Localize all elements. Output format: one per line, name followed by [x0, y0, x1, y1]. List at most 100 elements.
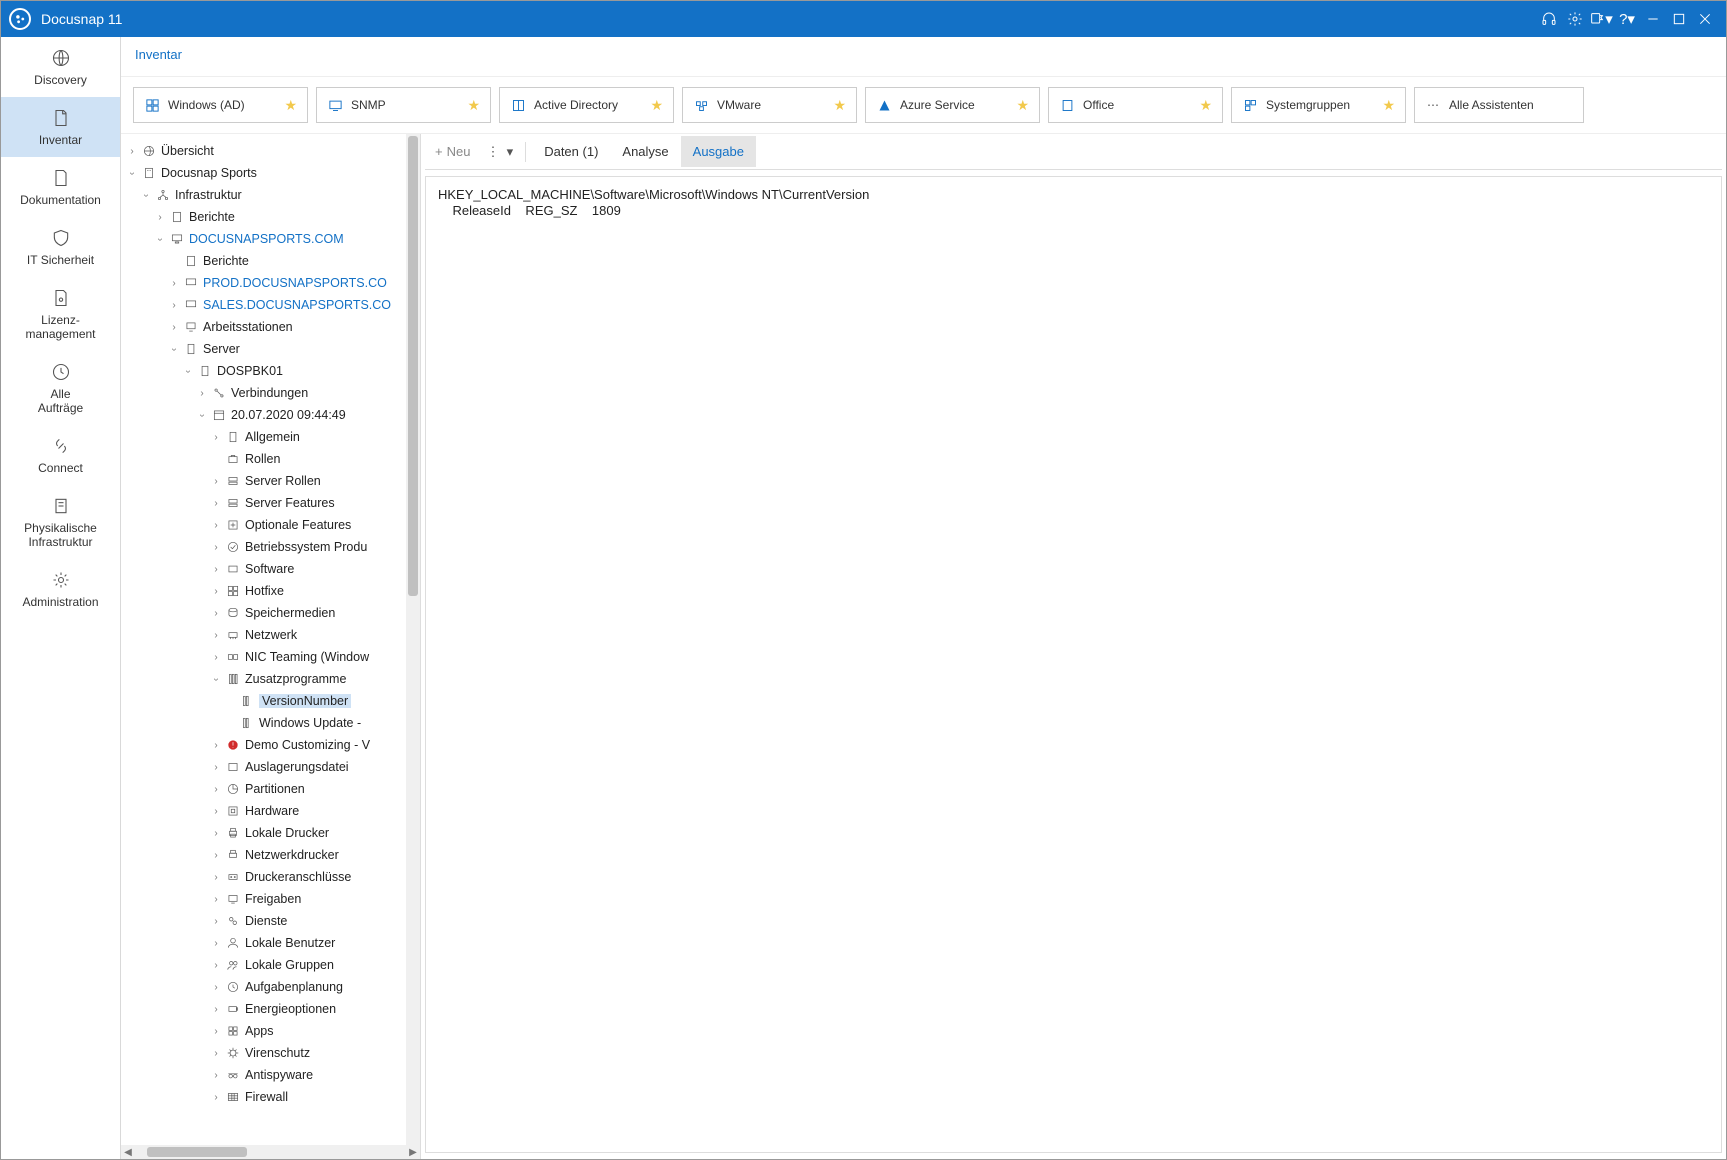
- card-label: Active Directory: [534, 98, 618, 112]
- tree-item[interactable]: ›Hardware: [211, 800, 418, 822]
- tree-item[interactable]: ›PROD.DOCUSNAPSPORTS.CO: [169, 272, 418, 294]
- tree-item[interactable]: ›DOCUSNAPSPORTS.COM: [155, 228, 418, 250]
- headset-icon[interactable]: [1536, 6, 1562, 32]
- tree-item[interactable]: ›Antispyware: [211, 1064, 418, 1086]
- card-alle-assistenten[interactable]: ⋯Alle Assistenten: [1414, 87, 1584, 123]
- tree-item[interactable]: ›Server Features: [211, 492, 418, 514]
- tree-item[interactable]: ›Server: [169, 338, 418, 360]
- tree-item[interactable]: ›Hotfixe: [211, 580, 418, 602]
- close-icon[interactable]: [1692, 6, 1718, 32]
- tree-item[interactable]: ›SALES.DOCUSNAPSPORTS.CO: [169, 294, 418, 316]
- tree-item[interactable]: ›Verbindungen: [197, 382, 418, 404]
- tree-item[interactable]: ›Betriebssystem Produ: [211, 536, 418, 558]
- tree-item[interactable]: ›Apps: [211, 1020, 418, 1042]
- tree-item[interactable]: ›Infrastruktur: [141, 184, 418, 206]
- nav-admin[interactable]: Administration: [1, 559, 120, 619]
- tree-item[interactable]: ›Server Rollen: [211, 470, 418, 492]
- card-azure[interactable]: Azure Service★: [865, 87, 1040, 123]
- nav-inventar[interactable]: Inventar: [1, 97, 120, 157]
- workstation-icon: [183, 319, 199, 335]
- tree-horizontal-scrollbar[interactable]: ◀ ▶: [121, 1145, 420, 1159]
- user-icon: [225, 935, 241, 951]
- star-icon: ★: [833, 97, 846, 114]
- nav-itsicherheit[interactable]: IT Sicherheit: [1, 217, 120, 277]
- report-icon: [183, 253, 199, 269]
- card-ad[interactable]: Active Directory★: [499, 87, 674, 123]
- tree-item[interactable]: ›20.07.2020 09:44:49: [197, 404, 418, 426]
- tree-item[interactable]: ›Dienste: [211, 910, 418, 932]
- tree-item[interactable]: ›Freigaben: [211, 888, 418, 910]
- tree-item-selected[interactable]: VersionNumber: [225, 690, 418, 712]
- script-icon: [239, 693, 255, 709]
- card-windows-ad[interactable]: Windows (AD)★: [133, 87, 308, 123]
- tree-item[interactable]: ›Speichermedien: [211, 602, 418, 624]
- tree-item[interactable]: ›DOSPBK01: [183, 360, 418, 382]
- tree-item[interactable]: ›NIC Teaming (Window: [211, 646, 418, 668]
- tree-item[interactable]: ›Übersicht: [127, 140, 418, 162]
- tree-item[interactable]: ›Firewall: [211, 1086, 418, 1108]
- tree-item[interactable]: ›Netzwerk: [211, 624, 418, 646]
- tree-item[interactable]: Rollen: [211, 448, 418, 470]
- tree-item[interactable]: Berichte: [169, 250, 418, 272]
- help-icon[interactable]: ?▾: [1614, 6, 1640, 32]
- toolbox-icon[interactable]: ▾: [1588, 6, 1614, 32]
- nav-label: Inventar: [39, 133, 82, 147]
- nav-lizenz[interactable]: Lizenz- management: [1, 277, 120, 351]
- breadcrumb: Inventar: [121, 37, 1726, 77]
- tree-item[interactable]: ›Partitionen: [211, 778, 418, 800]
- tree-item[interactable]: ›Lokale Benutzer: [211, 932, 418, 954]
- tree-item[interactable]: ›Auslagerungsdatei: [211, 756, 418, 778]
- card-office[interactable]: Office★: [1048, 87, 1223, 123]
- partition-icon: [225, 781, 241, 797]
- tree-item[interactable]: ›Aufgabenplanung: [211, 976, 418, 998]
- tree-item[interactable]: ›Virenschutz: [211, 1042, 418, 1064]
- card-snmp[interactable]: SNMP★: [316, 87, 491, 123]
- shield-icon: [50, 227, 72, 249]
- tree-item[interactable]: ›Arbeitsstationen: [169, 316, 418, 338]
- gear-icon[interactable]: [1562, 6, 1588, 32]
- scroll-right-icon[interactable]: ▶: [406, 1147, 420, 1158]
- tree-item[interactable]: ›Demo Customizing - V: [211, 734, 418, 756]
- tree-item[interactable]: ›Netzwerkdrucker: [211, 844, 418, 866]
- nic-icon: [225, 627, 241, 643]
- nav-auftraege[interactable]: Alle Aufträge: [1, 351, 120, 425]
- nav-label: Discovery: [34, 73, 87, 87]
- new-button[interactable]: +Neu: [425, 138, 480, 165]
- card-label: Windows (AD): [168, 98, 245, 112]
- tree-item[interactable]: ›Druckeranschlüsse: [211, 866, 418, 888]
- tree-item[interactable]: ›Lokale Drucker: [211, 822, 418, 844]
- tree[interactable]: ›Übersicht ›Docusnap Sports ›Infrastrukt…: [121, 134, 420, 1145]
- nav-physik[interactable]: Physikalische Infrastruktur: [1, 485, 120, 559]
- more-menu[interactable]: ⋮ ▾: [480, 144, 519, 160]
- tree-item[interactable]: ›Energieoptionen: [211, 998, 418, 1020]
- tab-daten[interactable]: Daten (1): [532, 136, 610, 167]
- scrollbar-thumb[interactable]: [147, 1147, 247, 1157]
- tree-item[interactable]: ›Allgemein: [211, 426, 418, 448]
- titlebar: Docusnap 11 ▾ ?▾: [1, 1, 1726, 37]
- tab-ausgabe[interactable]: Ausgabe: [681, 136, 756, 167]
- tree-item[interactable]: ›Zusatzprogramme: [211, 668, 418, 690]
- tree-item[interactable]: ›Lokale Gruppen: [211, 954, 418, 976]
- script-icon: [239, 715, 255, 731]
- card-systemgruppen[interactable]: Systemgruppen★: [1231, 87, 1406, 123]
- tab-analyse[interactable]: Analyse: [610, 136, 680, 167]
- tree-item[interactable]: Windows Update -: [225, 712, 418, 734]
- tree-item[interactable]: ›Software: [211, 558, 418, 580]
- hardware-icon: [225, 803, 241, 819]
- netprinter-icon: [225, 847, 241, 863]
- card-vmware[interactable]: VMware★: [682, 87, 857, 123]
- tree-item[interactable]: ›Docusnap Sports: [127, 162, 418, 184]
- nav-connect[interactable]: Connect: [1, 425, 120, 485]
- scroll-left-icon[interactable]: ◀: [121, 1147, 135, 1158]
- output-area: HKEY_LOCAL_MACHINE\Software\Microsoft\Wi…: [425, 176, 1722, 1153]
- nav-discovery[interactable]: Discovery: [1, 37, 120, 97]
- clock-icon: [225, 979, 241, 995]
- minimize-icon[interactable]: [1640, 6, 1666, 32]
- maximize-icon[interactable]: [1666, 6, 1692, 32]
- srvroles-icon: [225, 473, 241, 489]
- nav-dokumentation[interactable]: Dokumentation: [1, 157, 120, 217]
- host-icon: [197, 363, 213, 379]
- domain-icon: [183, 297, 199, 313]
- tree-item[interactable]: ›Optionale Features: [211, 514, 418, 536]
- tree-item[interactable]: ›Berichte: [155, 206, 418, 228]
